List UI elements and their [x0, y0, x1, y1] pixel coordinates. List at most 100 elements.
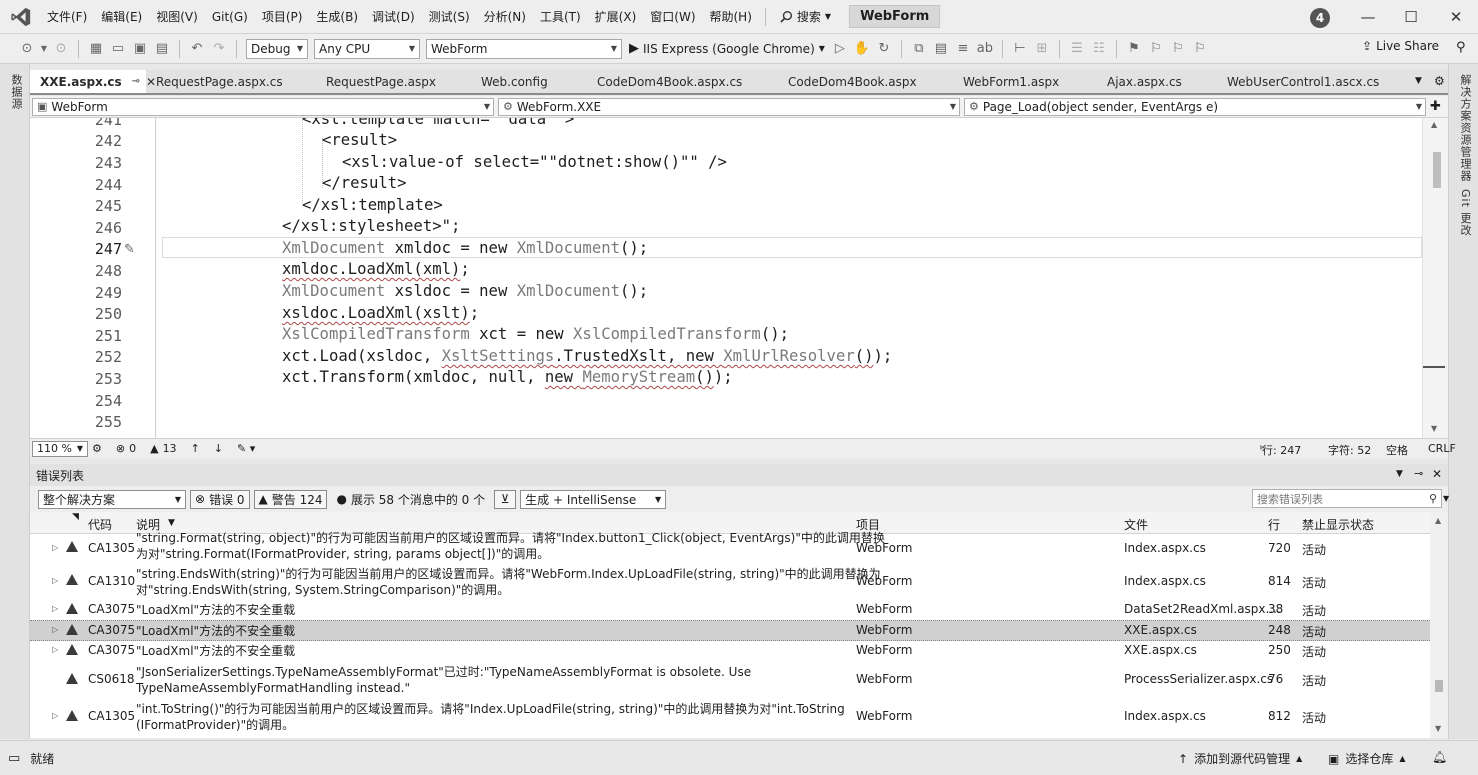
maximize-icon[interactable]: ☐ — [1399, 6, 1423, 28]
select-repository-button[interactable]: ▣ 选择仓库 ▲ — [1328, 750, 1406, 767]
tab-xxe-aspx-cs[interactable]: XXE.aspx.cs ⊸ ✕ — [30, 70, 156, 93]
scrollbar-thumb[interactable] — [1433, 152, 1441, 188]
zoom-select[interactable]: 110 % ▼ — [32, 440, 88, 457]
error-count[interactable]: ⊗ 0 — [116, 442, 136, 455]
warnings-filter-button[interactable]: ▲ 警告 124 — [253, 489, 328, 509]
error-search-input[interactable]: 搜索错误列表 ⚲ — [1252, 489, 1442, 508]
tab-codedom4book-aspx-cs[interactable]: CodeDom4Book.aspx.cs — [587, 70, 778, 93]
startup-project-select[interactable]: WebForm ▼ — [426, 38, 622, 59]
tab-codedom4book-aspx[interactable]: CodeDom4Book.aspx — [778, 70, 953, 93]
errors-filter-button[interactable]: ⊗ 错误 0 — [190, 489, 250, 509]
menu-analyze[interactable]: 分析(N) — [477, 8, 533, 25]
close-icon[interactable]: ✕ — [1432, 467, 1442, 481]
tab-overflow-icon[interactable]: ▼ — [1415, 76, 1422, 86]
scroll-up-icon[interactable]: ▲ — [1431, 120, 1437, 129]
notification-badge[interactable]: 4 — [1310, 8, 1330, 28]
notifications-icon[interactable]: 🔔︎ — [1432, 750, 1447, 764]
code-cleanup-icon[interactable]: ✎ ▾ — [237, 442, 255, 455]
output-window-icon[interactable]: ▭ — [8, 751, 20, 766]
error-row[interactable]: ▷ CA3075 "LoadXml"方法的不安全重载 WebForm XXE.a… — [30, 641, 1430, 662]
expand-icon[interactable]: ▷ — [52, 576, 58, 585]
save-icon[interactable]: ▣ — [131, 40, 149, 58]
menu-build[interactable]: 生成(B) — [309, 8, 365, 25]
error-row-selected[interactable]: ▷ CA3075 "LoadXml"方法的不安全重载 WebForm XXE.a… — [30, 620, 1430, 641]
line-ending[interactable]: CRLF — [1428, 442, 1456, 455]
bookmark-icon[interactable]: ⚑ — [1125, 40, 1143, 58]
scroll-up-icon[interactable]: ▲ — [1435, 516, 1441, 525]
split-editor-icon[interactable]: ✚ — [1430, 99, 1441, 114]
project-select[interactable]: ▣ WebForm ▼ — [32, 97, 494, 116]
uncomment-icon[interactable]: ☷ — [1090, 40, 1108, 58]
refresh-icon[interactable]: ↻ — [875, 40, 893, 58]
menu-project[interactable]: 项目(P) — [255, 8, 310, 25]
next-issue-icon[interactable]: ↓ — [214, 442, 223, 455]
search-button[interactable]: 搜索 ▼ — [772, 8, 839, 25]
menu-extensions[interactable]: 扩展(X) — [588, 8, 644, 25]
expand-icon[interactable]: ▷ — [52, 543, 58, 552]
prev-issue-icon[interactable]: ↑ — [191, 442, 200, 455]
build-filter-select[interactable]: 生成 + IntelliSense ▼ — [520, 489, 667, 509]
align-left-icon[interactable]: ⊢ — [1011, 40, 1029, 58]
warning-count[interactable]: ▲ 13 — [150, 442, 176, 455]
panel-menu-icon[interactable]: ▼ — [1396, 469, 1403, 479]
scroll-down-icon[interactable]: ▼ — [1431, 424, 1437, 433]
tab-ajax-aspx-cs[interactable]: Ajax.aspx.cs — [1097, 70, 1217, 93]
data-sources-tab[interactable]: 数据源 — [8, 74, 24, 110]
layout-icon[interactable]: ▤ — [932, 40, 950, 58]
next-bookmark-icon[interactable]: ⚐ — [1169, 40, 1187, 58]
solution-explorer-tab[interactable]: 解决方案资源管理器 — [1457, 74, 1473, 182]
member-select[interactable]: ⚙ Page_Load(object sender, EventArgs e) … — [964, 97, 1426, 116]
comment-icon[interactable]: ☰ — [1068, 40, 1086, 58]
scroll-down-icon[interactable]: ▼ — [1435, 724, 1441, 733]
expand-icon[interactable]: ▷ — [52, 604, 58, 613]
menu-debug[interactable]: 调试(D) — [365, 8, 422, 25]
menu-edit[interactable]: 编辑(E) — [94, 8, 149, 25]
hot-reload-icon[interactable]: ✋ — [853, 40, 871, 58]
live-share-button[interactable]: ⇪ Live Share — [1362, 39, 1439, 53]
pin-icon[interactable]: ⊸ — [1414, 467, 1423, 480]
minimize-icon[interactable]: — — [1356, 6, 1380, 28]
code-editor[interactable]: 241 242 243 244 245 246 247 ✎ 248 249 250… — [30, 118, 1448, 438]
tab-webusercontrol1-ascx-cs[interactable]: WebUserControl1.ascx.cs — [1217, 70, 1397, 93]
configuration-select[interactable]: Debug ▼ — [246, 38, 308, 59]
add-to-source-control-button[interactable]: ↑ 添加到源代码管理 ▲ — [1178, 750, 1302, 767]
type-select[interactable]: ⚙ WebForm.XXE ▼ — [498, 97, 960, 116]
platform-select[interactable]: Any CPU ▼ — [314, 38, 420, 59]
menu-git[interactable]: Git(G) — [205, 10, 255, 24]
filter-toggle-button[interactable]: ⊻ — [494, 489, 517, 509]
menu-file[interactable]: 文件(F) — [40, 8, 94, 25]
back-icon[interactable]: ⊙ — [18, 40, 36, 58]
save-all-icon[interactable]: ▤ — [153, 40, 171, 58]
column-code[interactable]: 代码 — [88, 516, 112, 533]
menu-help[interactable]: 帮助(H) — [703, 8, 759, 25]
messages-filter-button[interactable]: ● 展示 58 个消息中的 0 个 — [331, 490, 490, 509]
expand-icon[interactable]: ▷ — [52, 645, 58, 654]
browser-link-icon[interactable]: ⧉ — [910, 40, 928, 58]
prev-bookmark-icon[interactable]: ⚐ — [1147, 40, 1165, 58]
error-row[interactable]: ▷ CA1310 "string.EndsWith(string)"的行为可能因… — [30, 565, 1430, 599]
gear-icon[interactable]: ⚙ — [1434, 74, 1445, 88]
column-file[interactable]: 文件 — [1124, 516, 1148, 533]
error-list-vertical-scrollbar[interactable]: ▲ ▼ — [1430, 512, 1448, 738]
health-icon[interactable]: ⚙ — [92, 442, 102, 455]
error-row[interactable]: ▷ CA1305 "int.ToString()"的行为可能因当前用户的区域设置… — [30, 699, 1430, 735]
menu-test[interactable]: 测试(S) — [422, 8, 477, 25]
pin-icon[interactable]: ⊸ — [132, 76, 140, 87]
tab-requestpage-aspx[interactable]: RequestPage.aspx — [316, 70, 471, 93]
new-project-icon[interactable]: ▦ — [87, 40, 105, 58]
chevron-down-icon[interactable]: ▼ — [1443, 494, 1449, 503]
error-row[interactable]: ▷ CA1305 "string.Format(string, object)"… — [30, 531, 1430, 563]
menu-view[interactable]: 视图(V) — [149, 8, 205, 25]
tab-webform1-aspx[interactable]: WebForm1.aspx — [953, 70, 1097, 93]
error-row[interactable]: CS0618 "JsonSerializerSettings.TypeNameA… — [30, 662, 1430, 698]
align-grid-icon[interactable]: ⊞ — [1033, 40, 1051, 58]
tab-web-config[interactable]: Web.config — [471, 70, 587, 93]
close-icon[interactable]: ✕ — [1444, 6, 1468, 28]
whitespace-mode[interactable]: 空格 — [1386, 442, 1408, 458]
column-suppression[interactable]: 禁止显示状态 — [1302, 516, 1374, 533]
clear-bookmarks-icon[interactable]: ⚐ — [1191, 40, 1209, 58]
expand-icon[interactable]: ▷ — [52, 625, 58, 634]
feedback-icon[interactable]: ⚲ — [1456, 40, 1466, 55]
error-row[interactable]: ▷ CA3075 "LoadXml"方法的不安全重载 WebForm DataS… — [30, 600, 1430, 621]
menu-window[interactable]: 窗口(W) — [643, 8, 702, 25]
